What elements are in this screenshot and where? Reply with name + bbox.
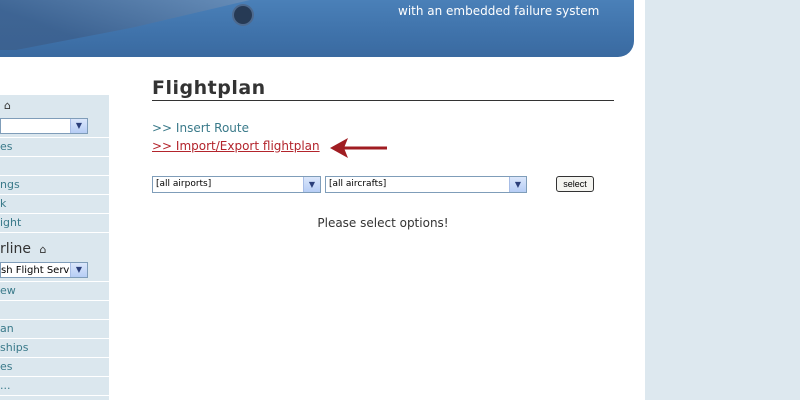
sidebar-select-b[interactable]: sh Flight Servic ▼ — [0, 262, 88, 278]
chevron-down-icon[interactable]: ▼ — [70, 263, 87, 277]
sidebar-link[interactable]: ships — [0, 339, 109, 358]
insert-route-link[interactable]: >> Insert Route — [152, 121, 249, 135]
home-icon[interactable]: ⌂ — [39, 243, 46, 256]
sidebar-link[interactable] — [0, 157, 109, 176]
sidebar-select-row: ▼ — [0, 115, 109, 138]
aircraft-filter-select[interactable]: [all aircrafts] ▼ — [325, 176, 527, 193]
sidebar-link[interactable]: ngs — [0, 176, 109, 195]
sidebar-link[interactable]: es — [0, 358, 109, 377]
sidebar-link[interactable]: k — [0, 195, 109, 214]
select-button[interactable]: select — [556, 176, 594, 192]
banner-tagline: with an embedded failure system — [398, 4, 600, 18]
airport-filter-select[interactable]: [all airports] ▼ — [152, 176, 321, 193]
page-title: Flightplan — [152, 77, 614, 101]
import-export-link[interactable]: >> Import/Export flightplan — [152, 139, 320, 153]
sidebar-section-title: rline — [0, 241, 32, 257]
sidebar-link[interactable]: es — [0, 138, 109, 157]
sidebar-link[interactable] — [0, 301, 109, 320]
sidebar-select-row: sh Flight Servic ▼ — [0, 259, 109, 282]
sidebar-select-a[interactable]: ▼ — [0, 118, 88, 134]
sidebar: ⌂ ▼ es ngs k ight rline ⌂ sh Flight Serv… — [0, 95, 109, 400]
home-icon[interactable]: ⌂ — [4, 99, 11, 112]
annotation-arrow — [330, 138, 387, 158]
sidebar-link[interactable]: an — [0, 320, 109, 339]
sidebar-link[interactable]: ew — [0, 282, 109, 301]
sidebar-link[interactable]: ... — [0, 377, 109, 396]
chevron-down-icon[interactable]: ▼ — [303, 177, 320, 192]
sidebar-section-header: rline ⌂ — [0, 239, 109, 259]
right-background — [645, 0, 800, 400]
status-message: Please select options! — [317, 216, 449, 230]
airplane-engine-image — [234, 6, 252, 24]
airplane-image — [0, 0, 250, 50]
sidebar-link[interactable]: ight — [0, 214, 109, 233]
chevron-down-icon[interactable]: ▼ — [509, 177, 526, 192]
chevron-down-icon[interactable]: ▼ — [70, 119, 87, 133]
header-banner: with an embedded failure system — [0, 0, 634, 57]
sidebar-section-header: ⌂ — [0, 95, 109, 115]
